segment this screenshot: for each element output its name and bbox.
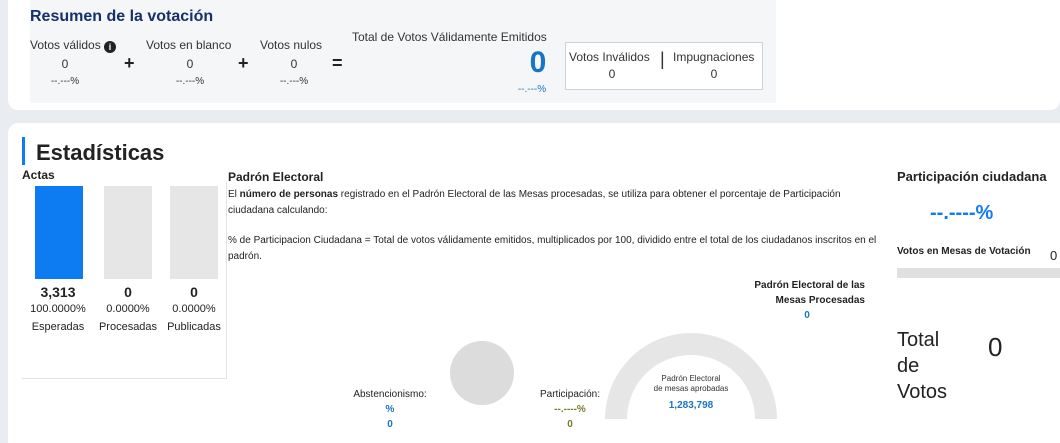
valid-votes-pct: --.---%	[50, 76, 80, 87]
abstention-pct: %	[385, 404, 395, 415]
challenges-label: Impugnaciones	[673, 50, 755, 64]
pct-esperadas: 100.0000%	[30, 303, 86, 315]
abstention-pie	[450, 341, 514, 405]
pct-procesadas: 0.0000%	[106, 303, 150, 315]
bar-track-procesadas	[104, 186, 152, 279]
equals-sign: =	[332, 53, 343, 73]
label-esperadas: Esperadas	[31, 321, 85, 333]
null-votes-label: Votos nulos	[260, 38, 323, 52]
invalid-votes-label: Votos Inválidos	[569, 50, 650, 64]
label-publicadas: Publicadas	[167, 321, 221, 333]
votes-mesas-label: Votos en Mesas de Votación	[897, 246, 1031, 257]
total-votes-label: Total de Votos	[897, 329, 948, 403]
label-procesadas: Procesadas	[98, 321, 158, 333]
padron-mesas-label: Padrón Electoral de las Mesas Procesadas	[754, 280, 865, 306]
bar-esperadas	[35, 186, 83, 279]
abstention-value: 0	[387, 419, 393, 430]
padron-description: El número de personas registrado en el P…	[228, 189, 841, 216]
stats-title: Estadísticas	[36, 140, 165, 165]
count-procesadas: 0	[124, 284, 132, 300]
gauge-label: Padrón Electoral de mesas aprobadas	[653, 374, 729, 393]
votes-mesas-value: 0	[1050, 248, 1058, 263]
blank-votes-label: Votos en blanco	[146, 38, 232, 52]
null-votes-value: 0	[290, 57, 298, 71]
info-icon[interactable]: i	[104, 41, 117, 53]
bar-track-esperadas	[35, 186, 83, 279]
valid-votes-value: 0	[61, 57, 69, 71]
actas-label: Actas	[22, 168, 55, 182]
total-valid-label: Total de Votos Válidamente Emitidos	[352, 30, 547, 44]
votes-mesas-bar	[897, 268, 1060, 278]
padron-title: Padrón Electoral	[228, 170, 324, 184]
pct-publicadas: 0.0000%	[172, 303, 216, 315]
total-valid-value: 0	[529, 46, 547, 79]
valid-votes-label: Votos válidos i	[30, 38, 117, 53]
count-esperadas: 3,313	[40, 284, 76, 300]
total-votes-value: 0	[988, 332, 1003, 362]
bar-track-publicadas	[170, 186, 218, 279]
invalid-votes-value: 0	[608, 67, 616, 81]
separator: |	[660, 49, 665, 69]
blank-votes-value: 0	[186, 57, 194, 71]
participation-value: 0	[567, 419, 573, 430]
plus-sign: +	[124, 53, 135, 73]
participation-title: Participación ciudadana	[897, 169, 1047, 184]
count-publicadas: 0	[190, 284, 198, 300]
abstention-label: Abstencionismo:	[353, 389, 427, 400]
title-accent-bar	[22, 137, 25, 165]
total-valid-pct: --.---%	[517, 84, 547, 95]
padron-mesas-value: 0	[804, 310, 810, 321]
summary-title: Resumen de la votación	[30, 8, 214, 25]
gauge-value: 1,283,798	[668, 400, 714, 411]
participation-big-pct: --.----%	[930, 202, 994, 224]
blank-votes-pct: --.---%	[175, 76, 205, 87]
plus-sign-2: +	[238, 53, 249, 73]
null-votes-pct: --.---%	[279, 76, 309, 87]
participation-formula: % de Participacion Ciudadana = Total de …	[228, 235, 877, 262]
challenges-value: 0	[710, 67, 718, 81]
